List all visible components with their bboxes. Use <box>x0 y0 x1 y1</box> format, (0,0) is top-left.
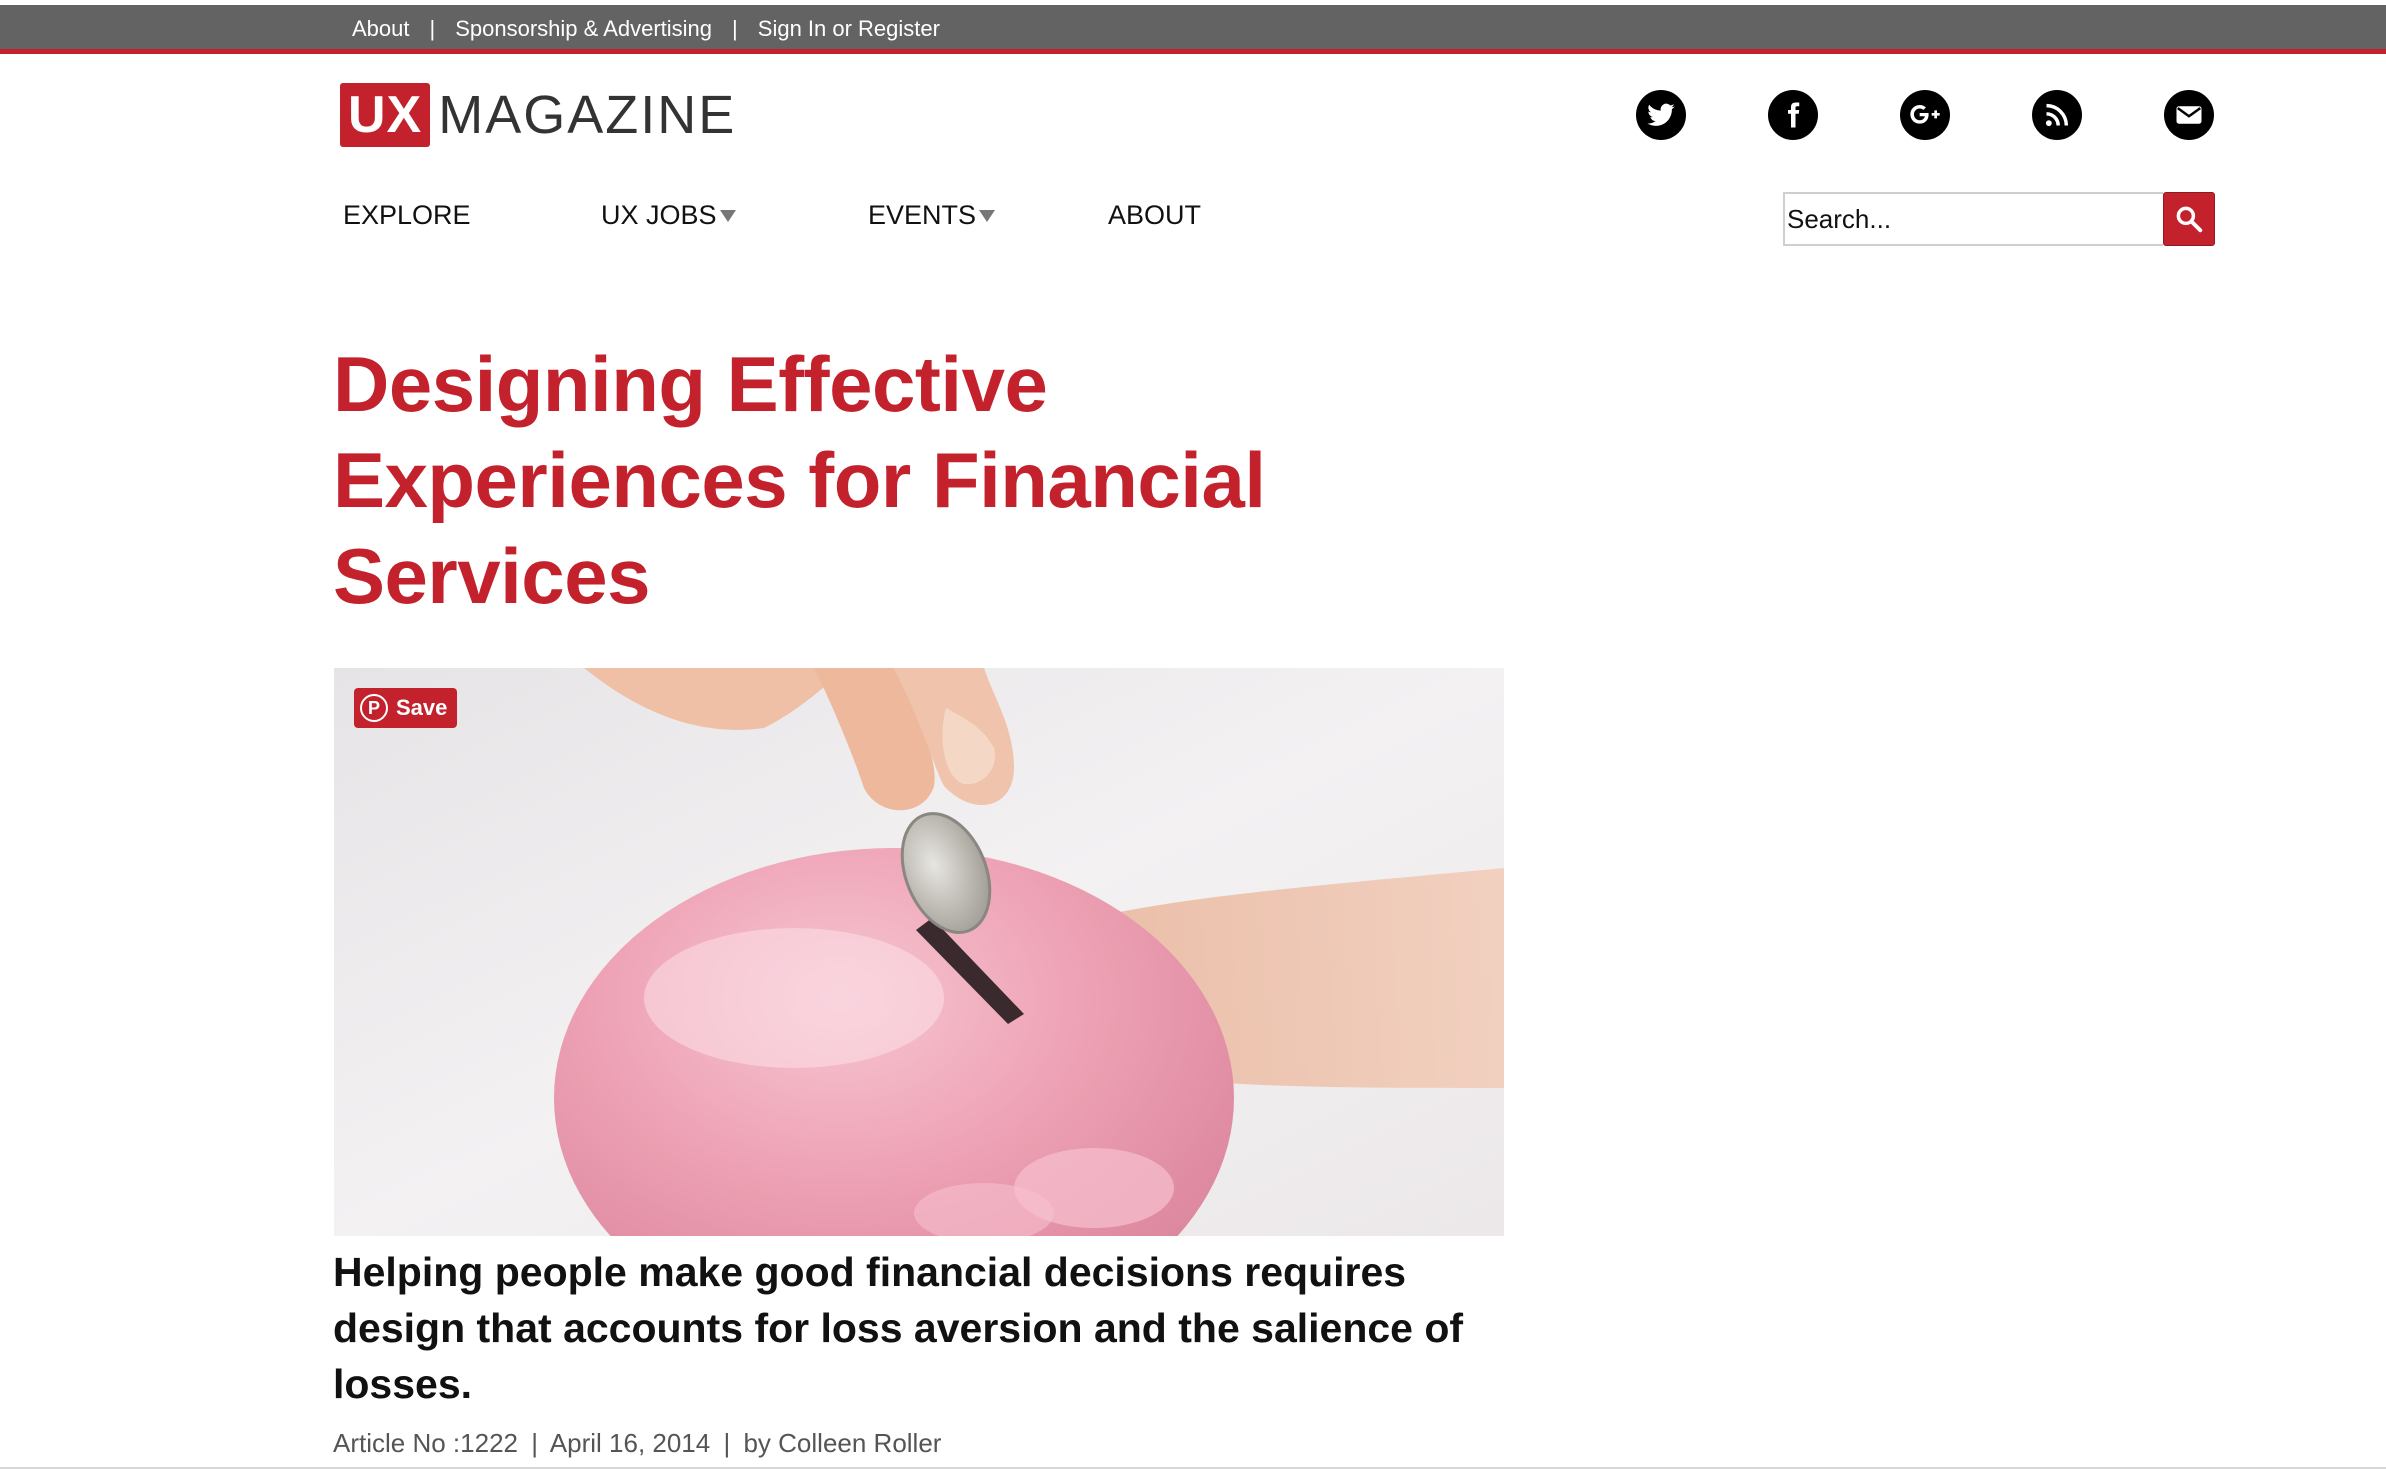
utility-separator: | <box>429 16 436 41</box>
article-author[interactable]: by Colleen Roller <box>743 1428 941 1458</box>
logo-magazine-text: MAGAZINE <box>438 85 737 145</box>
rss-icon[interactable] <box>2032 90 2082 140</box>
pinterest-icon: P <box>360 694 388 722</box>
article-date: April 16, 2014 <box>549 1428 711 1458</box>
meta-separator: | <box>531 1428 538 1458</box>
article-meta: Article No :1222 | April 16, 2014 | by C… <box>333 1428 941 1459</box>
nav-events-label: EVENTS <box>868 200 977 230</box>
page-divider <box>0 1467 2386 1469</box>
utility-link-about[interactable]: About <box>352 16 410 42</box>
twitter-icon[interactable] <box>1636 90 1686 140</box>
site-logo[interactable]: UX MAGAZINE <box>340 82 736 148</box>
pinterest-save-label: Save <box>396 695 448 720</box>
article-hero-image: P Save <box>334 668 1504 1236</box>
search-button[interactable] <box>2163 192 2215 246</box>
facebook-icon[interactable] <box>1768 90 1818 140</box>
pinterest-save-button[interactable]: P Save <box>354 688 458 728</box>
nav-explore[interactable]: EXPLORE <box>343 200 471 231</box>
piggy-bank-illustration <box>334 668 1504 1236</box>
top-utility-bar: About | Sponsorship & Advertising | Sign… <box>0 0 2386 54</box>
search-input[interactable] <box>1783 192 2163 246</box>
google-plus-icon[interactable] <box>1900 90 1950 140</box>
utility-link-sign-in[interactable]: Sign In or Register <box>758 16 940 42</box>
chevron-down-icon <box>719 209 736 222</box>
meta-separator: | <box>723 1428 731 1458</box>
email-icon[interactable] <box>2164 90 2214 140</box>
article-deck: Helping people make good financial decis… <box>333 1249 1464 1407</box>
nav-ux-jobs[interactable]: UX JOBS <box>601 200 736 231</box>
chevron-down-icon <box>979 209 996 222</box>
social-links <box>1636 90 2214 140</box>
nav-ux-jobs-label: UX JOBS <box>601 200 717 230</box>
nav-about-label: ABOUT <box>1108 200 1202 230</box>
nav-explore-label: EXPLORE <box>343 200 471 230</box>
logo-ux-box: UX <box>340 83 431 147</box>
search-form <box>1783 192 2215 246</box>
article-number: Article No :1222 <box>333 1428 518 1458</box>
utility-links: About | Sponsorship & Advertising | Sign… <box>352 11 940 47</box>
nav-events[interactable]: EVENTS <box>868 200 996 231</box>
utility-link-sponsorship[interactable]: Sponsorship & Advertising <box>455 16 712 42</box>
nav-about[interactable]: ABOUT <box>1108 200 1201 231</box>
utility-separator: | <box>732 16 738 41</box>
search-icon <box>2176 206 2203 233</box>
article-title: Designing Effective Experiences for Fina… <box>333 340 1266 620</box>
